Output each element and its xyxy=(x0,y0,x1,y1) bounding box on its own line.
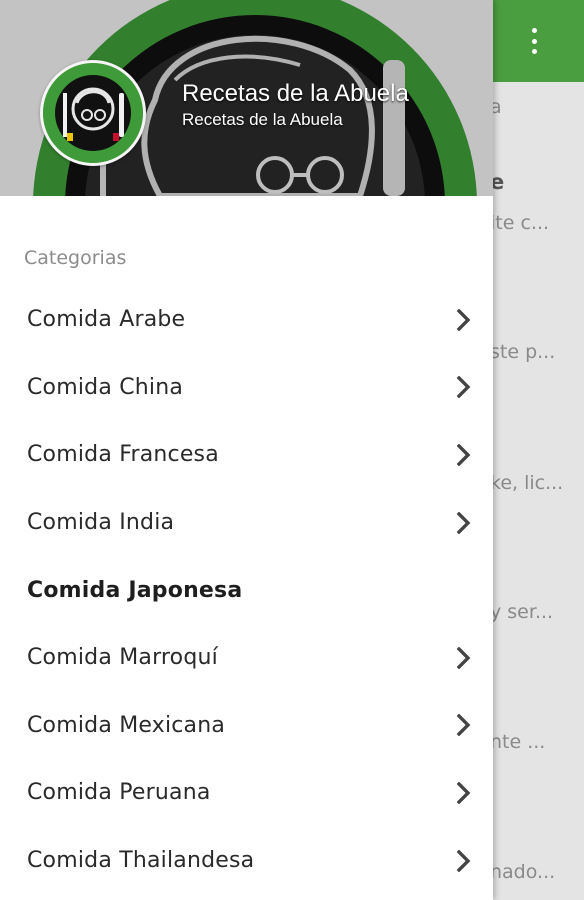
background-snippet: ste p... xyxy=(490,341,556,363)
chevron-right-icon xyxy=(457,308,471,331)
section-label-categorias: Categorias xyxy=(24,247,127,269)
background-snippet: ke, lic... xyxy=(490,472,564,494)
menu-item-comida-peruana[interactable]: Comida Peruana xyxy=(0,759,493,827)
menu-item-label: Comida Japonesa xyxy=(27,577,243,603)
chevron-right-icon xyxy=(457,376,471,399)
menu-item-label: Comida Mexicana xyxy=(27,712,226,738)
app-title: Recetas de la Abuela xyxy=(182,80,409,107)
menu-item-label: Comida Thailandesa xyxy=(27,848,255,874)
menu-item-label: Comida India xyxy=(27,510,175,536)
menu-item-comida-marroqui[interactable]: Comida Marroquí xyxy=(0,624,493,692)
drawer-header: Recetas de la Abuela Recetas de la Abuel… xyxy=(0,0,493,196)
menu-item-comida-india[interactable]: Comida India xyxy=(0,489,493,557)
background-snippet: ite c... xyxy=(490,212,550,234)
background-snippet: nado... xyxy=(490,861,556,883)
chevron-right-icon xyxy=(457,646,471,669)
chevron-right-icon xyxy=(457,511,471,534)
chevron-right-icon xyxy=(457,781,471,804)
menu-item-comida-thailandesa[interactable]: Comida Thailandesa xyxy=(0,827,493,895)
menu-item-label: Comida Francesa xyxy=(27,442,219,468)
category-menu: Comida Arabe Comida China Comida Frances… xyxy=(0,286,493,894)
menu-item-label: Comida China xyxy=(27,374,184,400)
chevron-right-icon xyxy=(457,849,471,872)
menu-item-comida-francesa[interactable]: Comida Francesa xyxy=(0,421,493,489)
app-subtitle: Recetas de la Abuela xyxy=(182,110,343,129)
menu-item-comida-mexicana[interactable]: Comida Mexicana xyxy=(0,692,493,760)
more-vert-icon[interactable] xyxy=(524,28,544,54)
chevron-right-icon xyxy=(457,714,471,737)
menu-item-label: Comida Marroquí xyxy=(27,645,218,671)
grandmother-plate-icon xyxy=(40,60,146,166)
menu-item-comida-china[interactable]: Comida China xyxy=(0,354,493,422)
chevron-right-icon xyxy=(457,443,471,466)
menu-item-label: Comida Arabe xyxy=(27,307,186,333)
navigation-drawer: Recetas de la Abuela Recetas de la Abuel… xyxy=(0,0,493,900)
menu-item-comida-arabe[interactable]: Comida Arabe xyxy=(0,286,493,354)
background-snippet: y ser... xyxy=(490,601,554,623)
menu-item-comida-japonesa[interactable]: Comida Japonesa xyxy=(0,556,493,624)
menu-item-label: Comida Peruana xyxy=(27,780,211,806)
background-snippet: nte ... xyxy=(490,731,546,753)
